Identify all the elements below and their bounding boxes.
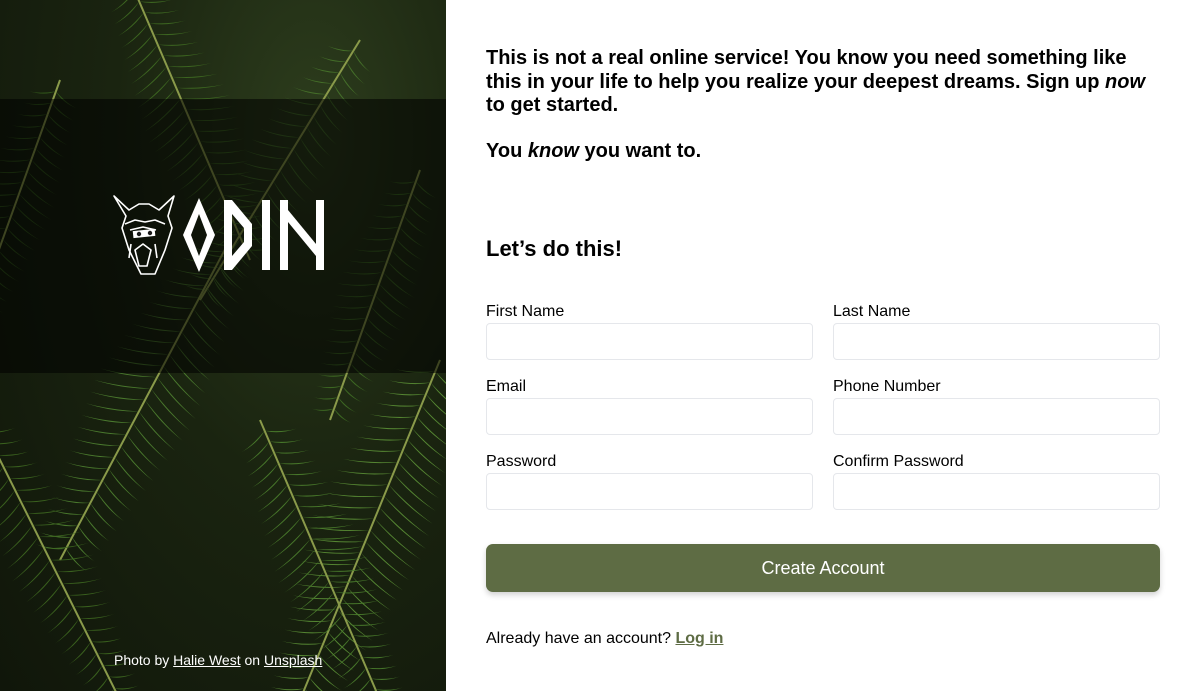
odin-logo [113, 195, 324, 275]
first-name-input[interactable] [486, 323, 813, 360]
password-group: Password [486, 452, 813, 510]
password-input[interactable] [486, 473, 813, 510]
email-group: Email [486, 377, 813, 435]
login-prompt: Already have an account? Log in [486, 630, 723, 648]
photographer-link[interactable]: Halie West [173, 652, 240, 668]
password-label: Password [486, 453, 557, 470]
intro-paragraph: This is not a real online service! You k… [486, 47, 1160, 118]
hero-panel: Photo by Halie West on Unsplash [0, 0, 446, 691]
first-name-group: First Name [486, 302, 813, 360]
email-input[interactable] [486, 398, 813, 435]
first-name-label: First Name [486, 303, 565, 320]
credit-middle: on [244, 652, 261, 668]
unsplash-link[interactable]: Unsplash [264, 652, 322, 668]
email-label: Email [486, 378, 527, 395]
last-name-input[interactable] [833, 323, 1160, 360]
login-prompt-text: Already have an account? [486, 630, 672, 647]
tagline-text-2: you want to. [578, 140, 702, 162]
photo-credit: Photo by Halie West on Unsplash [114, 652, 322, 668]
phone-label: Phone Number [833, 378, 941, 395]
tagline-emphasis-know: know [527, 140, 579, 162]
confirm-password-label: Confirm Password [833, 453, 964, 470]
last-name-group: Last Name [833, 302, 1160, 360]
odin-wordmark [183, 198, 324, 272]
create-account-button[interactable]: Create Account [486, 544, 1160, 592]
intro-text-1: This is not a real online service! You k… [486, 47, 1127, 93]
confirm-password-input[interactable] [833, 473, 1160, 510]
intro-text-2: to get started. [486, 94, 619, 116]
credit-prefix: Photo by [114, 652, 170, 668]
last-name-label: Last Name [833, 303, 911, 320]
phone-group: Phone Number [833, 377, 1160, 435]
phone-input[interactable] [833, 398, 1160, 435]
tagline-text-1: You [486, 140, 528, 162]
confirm-password-group: Confirm Password [833, 452, 1160, 510]
login-link[interactable]: Log in [675, 630, 723, 647]
form-heading: Let’s do this! [486, 236, 623, 261]
intro-emphasis-now: now [1105, 70, 1146, 93]
intro-tagline: You know you want to. [486, 140, 701, 164]
